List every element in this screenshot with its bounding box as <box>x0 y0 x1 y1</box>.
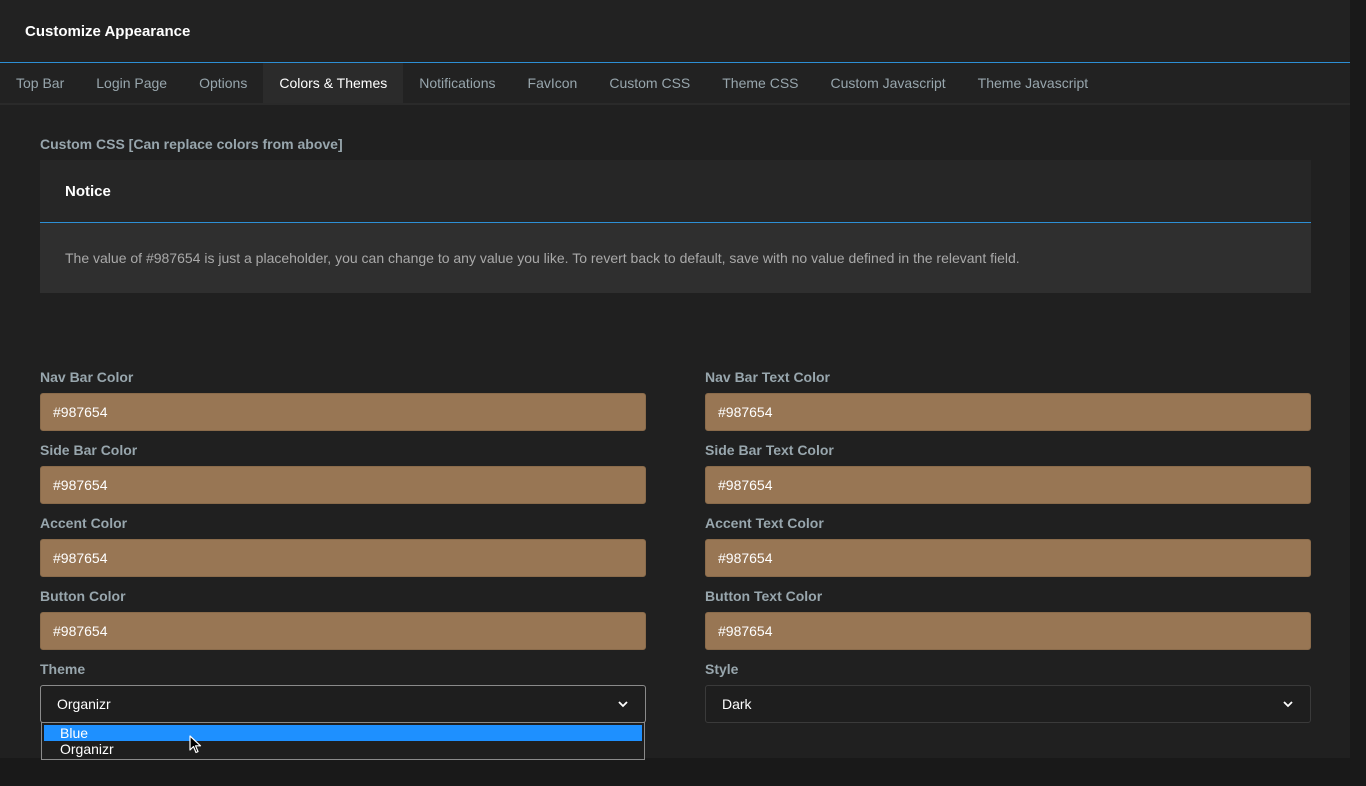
button-text-color-input[interactable] <box>705 612 1311 650</box>
tab-custom-css[interactable]: Custom CSS <box>593 63 706 103</box>
accent-text-color-input[interactable] <box>705 539 1311 577</box>
section-label: Custom CSS [Can replace colors from abov… <box>40 136 343 152</box>
theme-option-organizr[interactable]: Organizr <box>44 741 642 757</box>
chevron-down-icon <box>617 698 629 710</box>
chevron-down-icon <box>1282 698 1294 710</box>
nav-bar-text-color-label: Nav Bar Text Color <box>705 369 830 385</box>
button-text-color-label: Button Text Color <box>705 588 823 604</box>
accent-color-label: Accent Color <box>40 515 128 531</box>
tab-favicon[interactable]: FavIcon <box>512 63 594 103</box>
tab-theme-css[interactable]: Theme CSS <box>706 63 814 103</box>
button-color-group: Button Color <box>40 588 646 650</box>
tab-options[interactable]: Options <box>183 63 263 103</box>
side-bar-color-group: Side Bar Color <box>40 442 646 504</box>
tab-top-bar[interactable]: Top Bar <box>0 63 80 103</box>
side-bar-color-input[interactable] <box>40 466 646 504</box>
tab-colors-themes[interactable]: Colors & Themes <box>263 63 404 103</box>
side-bar-color-label: Side Bar Color <box>40 442 138 458</box>
mouse-pointer-icon <box>189 735 203 760</box>
notice-box: Notice The value of #987654 is just a pl… <box>40 160 1311 293</box>
theme-group: Theme Organizr <box>40 661 646 723</box>
style-group: Style Dark <box>705 661 1311 723</box>
theme-dropdown-list: Blue Organizr <box>41 722 645 760</box>
side-bar-text-color-input[interactable] <box>705 466 1311 504</box>
button-color-label: Button Color <box>40 588 126 604</box>
panel-title: Customize Appearance <box>0 0 1350 63</box>
button-text-color-group: Button Text Color <box>705 588 1311 650</box>
nav-bar-text-color-input[interactable] <box>705 393 1311 431</box>
notice-title: Notice <box>40 160 1311 223</box>
side-bar-text-color-group: Side Bar Text Color <box>705 442 1311 504</box>
tab-bar: Top Bar Login Page Options Colors & Them… <box>0 63 1350 105</box>
theme-select-value: Organizr <box>57 696 111 712</box>
style-select[interactable]: Dark <box>705 685 1311 723</box>
tab-notifications[interactable]: Notifications <box>403 63 511 103</box>
nav-bar-color-label: Nav Bar Color <box>40 369 134 385</box>
tab-custom-javascript[interactable]: Custom Javascript <box>815 63 962 103</box>
tab-login-page[interactable]: Login Page <box>80 63 183 103</box>
theme-label: Theme <box>40 661 86 677</box>
nav-bar-color-input[interactable] <box>40 393 646 431</box>
theme-select[interactable]: Organizr <box>40 685 646 723</box>
style-select-value: Dark <box>722 696 752 712</box>
notice-body: The value of #987654 is just a placehold… <box>65 250 1020 266</box>
style-label: Style <box>705 661 739 677</box>
accent-text-color-group: Accent Text Color <box>705 515 1311 577</box>
nav-bar-text-color-group: Nav Bar Text Color <box>705 369 1311 431</box>
side-bar-text-color-label: Side Bar Text Color <box>705 442 834 458</box>
theme-option-blue[interactable]: Blue <box>44 725 642 741</box>
tab-theme-javascript[interactable]: Theme Javascript <box>962 63 1104 103</box>
nav-bar-color-group: Nav Bar Color <box>40 369 646 431</box>
accent-text-color-label: Accent Text Color <box>705 515 824 531</box>
customize-appearance-panel: Customize Appearance Top Bar Login Page … <box>0 0 1350 758</box>
button-color-input[interactable] <box>40 612 646 650</box>
accent-color-group: Accent Color <box>40 515 646 577</box>
accent-color-input[interactable] <box>40 539 646 577</box>
